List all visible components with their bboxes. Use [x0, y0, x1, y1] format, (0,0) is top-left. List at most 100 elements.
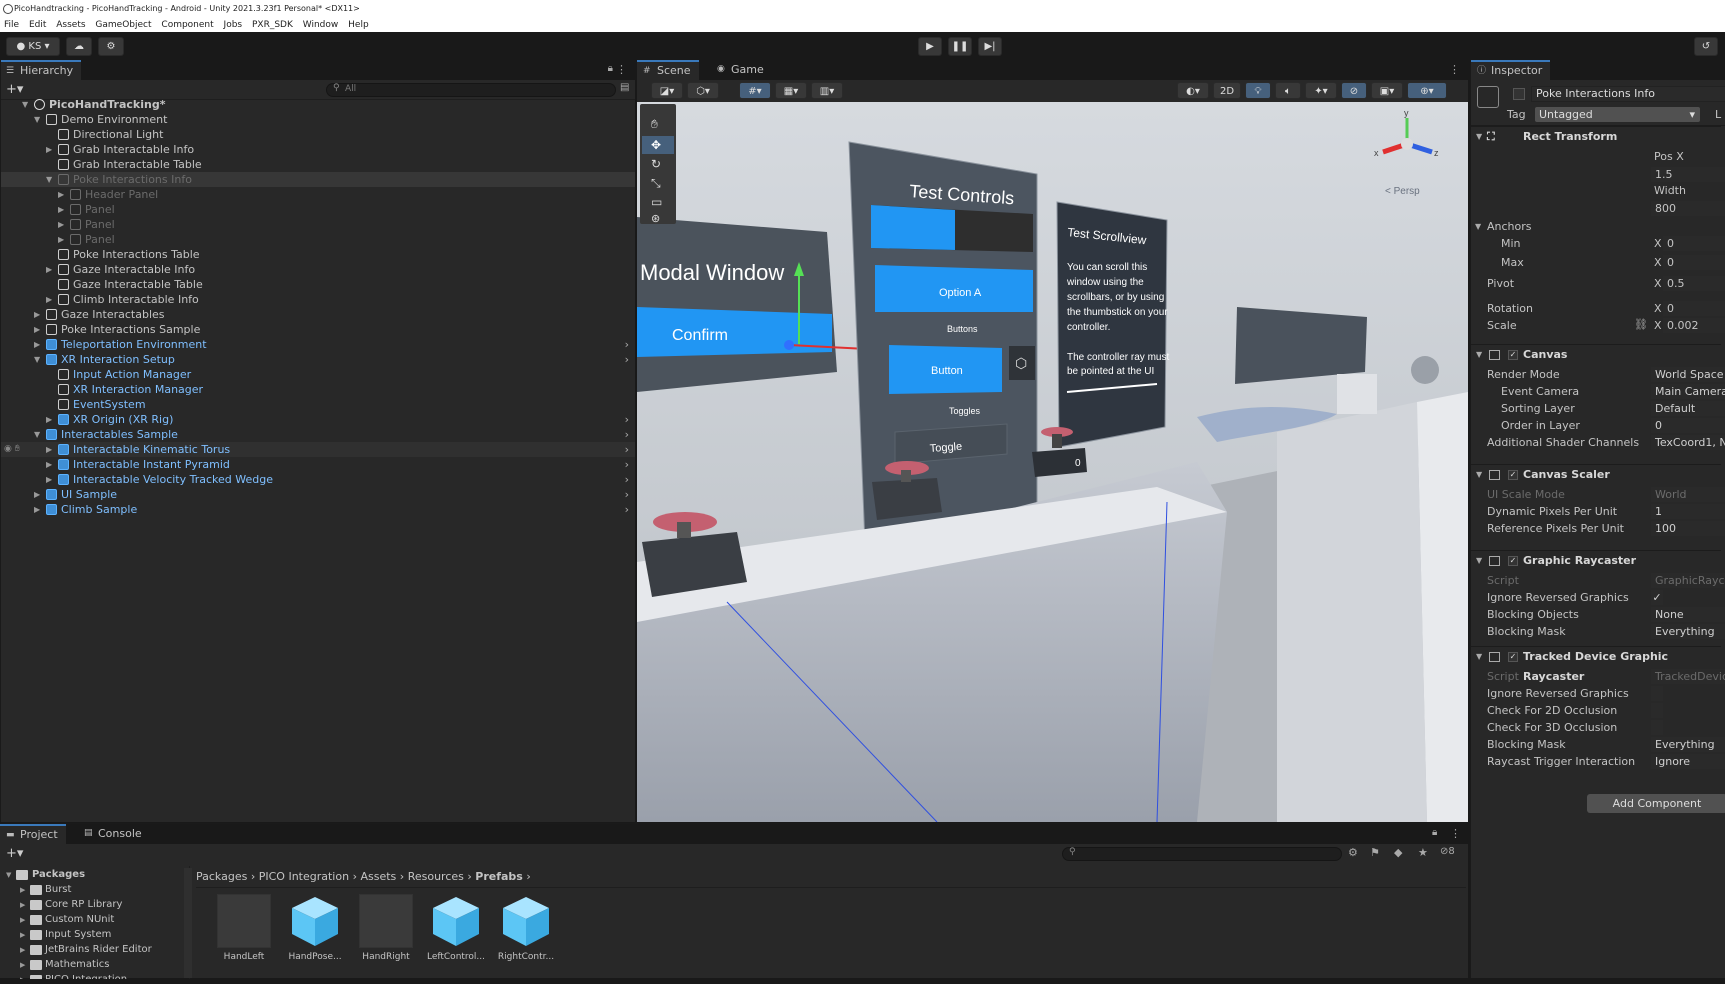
- expand-right-icon[interactable]: ▶: [34, 307, 40, 322]
- field-value[interactable]: 100: [1651, 521, 1725, 536]
- hierarchy-row[interactable]: ▼ Interactables Sample ›: [0, 427, 635, 442]
- hierarchy-row[interactable]: ▶ Panel: [0, 217, 635, 232]
- canvas-scaler-header[interactable]: ▼ ✓ Canvas Scaler: [1471, 464, 1721, 484]
- tab-inspector[interactable]: ⓘ Inspector: [1471, 60, 1551, 80]
- expand-down-icon[interactable]: ▼: [6, 868, 11, 882]
- hierarchy-row[interactable]: ▶ Grab Interactable Info: [0, 142, 635, 157]
- open-prefab-chevron-icon[interactable]: ›: [625, 427, 629, 442]
- field-checkbox[interactable]: [1651, 720, 1663, 735]
- expand-down-icon[interactable]: ▼: [22, 97, 28, 112]
- hierarchy-row[interactable]: ▶ Climb Sample ›: [0, 502, 635, 517]
- rect-tool-icon[interactable]: ▭: [651, 195, 662, 209]
- expand-right-icon[interactable]: ▶: [58, 232, 64, 247]
- hierarchy-row[interactable]: Poke Interactions Table: [0, 247, 635, 262]
- filter-label-icon[interactable]: ⚑: [1370, 846, 1380, 859]
- pivot-x-field[interactable]: 0.5: [1663, 276, 1725, 291]
- field-value[interactable]: 1: [1651, 504, 1725, 519]
- field-value[interactable]: World: [1651, 487, 1725, 502]
- field-value[interactable]: Everything: [1651, 737, 1725, 752]
- move-tool-icon[interactable]: ✥: [651, 138, 661, 152]
- breadcrumb-packages[interactable]: Packages: [196, 870, 247, 883]
- menu-component[interactable]: Component: [161, 20, 213, 30]
- snap-increment-button[interactable]: ▥▾: [811, 82, 843, 99]
- audio-toggle[interactable]: 🔈︎: [1275, 82, 1301, 99]
- expand-right-icon[interactable]: ▶: [20, 883, 25, 897]
- field-value[interactable]: Everything: [1651, 624, 1725, 639]
- canvas-header[interactable]: ▼ ✓ Canvas: [1471, 344, 1721, 364]
- cloud-button[interactable]: ☁: [66, 37, 92, 56]
- project-more-icon[interactable]: ⋮: [1450, 827, 1461, 840]
- field-value[interactable]: TexCoord1, Normal: [1651, 435, 1725, 450]
- render-mode-button[interactable]: ◐▾: [1177, 82, 1209, 99]
- expand-right-icon[interactable]: ▶: [58, 187, 64, 202]
- breadcrumb-prefabs[interactable]: Prefabs: [475, 870, 523, 883]
- expand-right-icon[interactable]: ▶: [46, 412, 52, 427]
- open-prefab-chevron-icon[interactable]: ›: [625, 487, 629, 502]
- field-checkbox[interactable]: ✓: [1651, 590, 1663, 605]
- field-value[interactable]: Default: [1651, 401, 1725, 416]
- project-tree-scrollbar[interactable]: [184, 868, 192, 978]
- toggle-2d-button[interactable]: 2D: [1213, 82, 1241, 99]
- active-checkbox[interactable]: [1513, 88, 1525, 100]
- hierarchy-row[interactable]: ▶ Panel: [0, 232, 635, 247]
- effects-button[interactable]: ✦▾: [1305, 82, 1337, 99]
- tag-dropdown[interactable]: Untagged ▾: [1535, 107, 1700, 122]
- anchors-arrow[interactable]: ▼: [1475, 222, 1481, 231]
- expand-right-icon[interactable]: ▶: [46, 142, 52, 157]
- tab-hierarchy[interactable]: ☰ Hierarchy: [0, 60, 82, 80]
- project-tree-item[interactable]: ▶ JetBrains Rider Editor: [0, 943, 180, 957]
- hierarchy-search-input[interactable]: ⚲ All: [326, 83, 616, 97]
- project-tree-item[interactable]: ▶ Custom NUnit: [0, 913, 180, 927]
- shading-button[interactable]: ⬡▾: [687, 82, 719, 99]
- hierarchy-row[interactable]: ▼ XR Interaction Setup ›: [0, 352, 635, 367]
- asset-item[interactable]: HandPose...: [283, 894, 343, 984]
- create-add-button[interactable]: +▾: [6, 82, 23, 97]
- step-button[interactable]: ▶|: [978, 37, 1002, 56]
- anchor-max-x-field[interactable]: 0: [1663, 255, 1725, 270]
- scene-viewport[interactable]: Modal Window Confirm Test Controls Optio…: [637, 102, 1468, 822]
- expand-right-icon[interactable]: ▶: [20, 898, 25, 912]
- search-by-type-icon[interactable]: ⚙: [1348, 846, 1358, 859]
- hierarchy-row[interactable]: ▼ Poke Interactions Info: [0, 172, 635, 187]
- hidden-packages-icon[interactable]: ⊘8: [1440, 846, 1455, 857]
- open-prefab-chevron-icon[interactable]: ›: [625, 412, 629, 427]
- tab-game[interactable]: ◉ Game: [711, 60, 772, 80]
- hierarchy-row[interactable]: ▶ Interactable Velocity Tracked Wedge ›: [0, 472, 635, 487]
- breadcrumb-assets[interactable]: Assets: [360, 870, 396, 883]
- open-prefab-chevron-icon[interactable]: ›: [625, 502, 629, 517]
- more-menu-icon[interactable]: ⋮: [616, 63, 627, 76]
- expand-right-icon[interactable]: ▶: [46, 262, 52, 277]
- asset-item[interactable]: RightContr...: [494, 894, 554, 984]
- project-lock-icon[interactable]: 🔒︎: [1432, 827, 1437, 838]
- expand-right-icon[interactable]: ▶: [34, 502, 40, 517]
- menu-gameobject[interactable]: GameObject: [95, 20, 151, 30]
- menu-jobs[interactable]: Jobs: [224, 20, 243, 30]
- hierarchy-row[interactable]: ▶ Header Panel: [0, 187, 635, 202]
- field-value[interactable]: 0: [1651, 418, 1725, 433]
- hierarchy-row[interactable]: Grab Interactable Table: [0, 157, 635, 172]
- grid-options-button[interactable]: ▦▾: [775, 82, 807, 99]
- object-name-field[interactable]: Poke Interactions Info: [1531, 86, 1725, 102]
- tag-icon[interactable]: ◆: [1394, 846, 1402, 859]
- visibility-eye-icon[interactable]: ◉ ✋︎: [4, 442, 20, 457]
- expand-right-icon[interactable]: ▶: [46, 457, 52, 472]
- hierarchy-row[interactable]: ▶ UI Sample ›: [0, 487, 635, 502]
- slider-fill[interactable]: [871, 205, 955, 250]
- posx-field[interactable]: 1.5: [1651, 167, 1725, 182]
- add-component-button[interactable]: Add Component: [1587, 794, 1725, 813]
- scene-more-icon[interactable]: ⋮: [1449, 63, 1460, 76]
- pause-button[interactable]: ❚❚: [948, 37, 972, 56]
- expand-right-icon[interactable]: ▶: [46, 292, 52, 307]
- breadcrumb-pico[interactable]: PICO Integration: [259, 870, 349, 883]
- field-value[interactable]: Ignore: [1651, 754, 1725, 769]
- confirm-button[interactable]: [637, 307, 832, 357]
- hierarchy-row[interactable]: ▶ Interactable Instant Pyramid ›: [0, 457, 635, 472]
- project-tree-item[interactable]: ▼ Packages: [0, 868, 180, 882]
- asset-item[interactable]: LeftControl...: [424, 894, 485, 984]
- expand-right-icon[interactable]: ▶: [34, 337, 40, 352]
- menu-edit[interactable]: Edit: [29, 20, 46, 30]
- account-button[interactable]: ● KS ▾: [6, 37, 60, 56]
- expand-down-icon[interactable]: ▼: [34, 352, 40, 367]
- expand-right-icon[interactable]: ▶: [20, 958, 25, 972]
- open-prefab-chevron-icon[interactable]: ›: [625, 337, 629, 352]
